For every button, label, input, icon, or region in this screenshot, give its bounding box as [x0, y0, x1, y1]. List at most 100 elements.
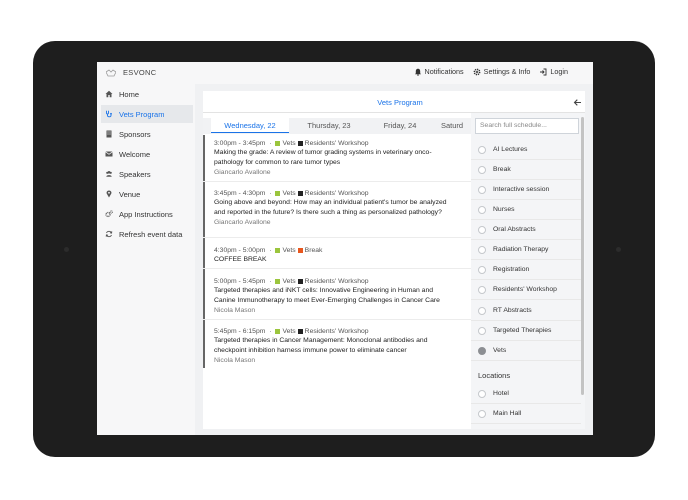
login-label: Login: [550, 67, 568, 76]
session-time: 3:45pm - 4:30pm: [214, 189, 266, 197]
sidebar-item-welcome[interactable]: Welcome: [101, 145, 193, 163]
settings-info-link[interactable]: Settings & Info: [473, 67, 530, 76]
filter-radio[interactable]: [478, 225, 486, 234]
sidebar-item-label: Refresh event data: [119, 229, 183, 239]
sidebar-item-refresh[interactable]: Refresh event data: [101, 225, 193, 243]
filter-label: Registration: [493, 266, 530, 273]
tab-thursday[interactable]: Thursday, 23: [291, 118, 367, 133]
tablet-camera-right: [616, 247, 621, 252]
session-title-line: checkpoint inhibition harness immune pow…: [214, 347, 407, 354]
search-input[interactable]: Search full schedule...: [475, 118, 579, 134]
session-speaker: Giancarlo Avallone: [214, 219, 271, 226]
sidebar-item-label: Home: [119, 89, 140, 99]
filter-radio[interactable]: [478, 389, 486, 398]
filter-radio[interactable]: [478, 409, 486, 418]
session-track: Vets: [282, 327, 296, 335]
sidebar-item-sponsors[interactable]: Sponsors: [101, 125, 193, 143]
filter-panel: Search full schedule... AI Lectures Brea…: [471, 113, 585, 429]
sidebar-item-label: Venue: [119, 189, 141, 199]
session-item[interactable]: 3:45pm - 4:30pm · Vets Residents' Worksh…: [203, 188, 471, 238]
tab-saturday[interactable]: Saturd: [441, 118, 471, 133]
session-item[interactable]: 5:45pm - 6:15pm · Vets Residents' Worksh…: [203, 320, 471, 368]
app-screen: ESVONC Notifications Settings & Info Log…: [97, 62, 593, 435]
filter-label: Main Hall: [493, 410, 522, 417]
session-meta: 3:45pm - 4:30pm · Vets Residents' Worksh…: [214, 189, 369, 197]
session-time: 3:00pm - 3:45pm: [214, 139, 266, 147]
filter-track-item[interactable]: Radiation Therapy: [471, 240, 581, 260]
sidebar-item-app-instructions[interactable]: App Instructions: [101, 205, 193, 223]
back-arrow-icon[interactable]: [573, 98, 582, 107]
filter-track-item[interactable]: Residents' Workshop: [471, 280, 581, 300]
cogs-icon: [105, 210, 113, 218]
login-icon: [540, 68, 547, 75]
filter-track-item[interactable]: RT Abstracts: [471, 301, 581, 321]
filter-location-item[interactable]: Hotel: [471, 384, 581, 404]
filter-radio[interactable]: [478, 285, 486, 294]
track-color-dot: [275, 247, 281, 253]
session-item[interactable]: 5:00pm - 5:45pm · Vets Residents' Worksh…: [203, 270, 471, 320]
session-category: Residents' Workshop: [304, 189, 369, 197]
category-color-dot: [297, 328, 303, 334]
filter-radio[interactable]: [478, 326, 486, 335]
filter-label: Break: [493, 166, 511, 173]
filter-radio[interactable]: [478, 185, 486, 194]
tab-friday[interactable]: Friday, 24: [367, 118, 433, 133]
session-title-line: COFFEE BREAK: [214, 256, 267, 263]
filter-track-item[interactable]: AI Lectures: [471, 140, 581, 160]
session-meta: 5:45pm - 6:15pm · Vets Residents' Worksh…: [214, 327, 369, 335]
filter-label: Hotel: [493, 390, 509, 397]
tablet-camera-left: [64, 247, 69, 252]
filter-track-item[interactable]: Oral Abstracts: [471, 220, 581, 240]
page-title: Vets Program: [377, 98, 423, 107]
login-link[interactable]: Login: [539, 67, 568, 76]
track-color-dot: [275, 190, 281, 196]
session-time: 5:45pm - 6:15pm: [214, 327, 266, 335]
track-color-dot: [275, 278, 281, 284]
tab-wednesday[interactable]: Wednesday, 22: [211, 118, 289, 133]
filter-track-item[interactable]: Targeted Therapies: [471, 321, 581, 341]
sidebar: Home Vets Program Sponsors Welcome Speak…: [97, 84, 195, 435]
locations-heading: Locations: [478, 371, 511, 380]
category-color-dot: [297, 247, 303, 253]
filter-radio[interactable]: [478, 205, 486, 214]
filter-label: Residents' Workshop: [493, 286, 557, 293]
session-item[interactable]: 3:00pm - 3:45pm · Vets Residents' Worksh…: [203, 138, 471, 182]
filter-radio[interactable]: [478, 165, 486, 174]
filter-track-item[interactable]: Nurses: [471, 200, 581, 220]
filter-track-item[interactable]: Registration: [471, 260, 581, 280]
notifications-link[interactable]: Notifications: [414, 67, 464, 76]
category-color-dot: [297, 140, 303, 146]
session-track: Vets: [282, 189, 296, 197]
session-title-line: Going above and beyond: How may an indiv…: [214, 199, 447, 206]
brand-name: ESVONC: [123, 68, 157, 77]
session-meta: 4:30pm - 5:00pm · Vets Break: [214, 246, 323, 254]
filter-track-item[interactable]: Vets: [471, 341, 581, 361]
session-category: Residents' Workshop: [304, 327, 369, 335]
filter-radio[interactable]: [478, 145, 486, 154]
sidebar-item-speakers[interactable]: Speakers: [101, 165, 193, 183]
filter-track-item[interactable]: Break: [471, 160, 581, 180]
sidebar-item-venue[interactable]: Venue: [101, 185, 193, 203]
filter-radio[interactable]: [478, 306, 486, 315]
map-pin-icon: [106, 190, 112, 198]
filter-radio[interactable]: [478, 245, 486, 254]
filter-location-item[interactable]: Main Hall: [471, 404, 581, 424]
sidebar-item-label: Welcome: [119, 149, 151, 159]
session-meta: 3:00pm - 3:45pm · Vets Residents' Worksh…: [214, 139, 369, 147]
filter-label: Radiation Therapy: [493, 246, 549, 253]
filter-label: Oral Abstracts: [493, 226, 536, 233]
session-title-line: pathology for common to rare tumor types: [214, 159, 341, 166]
track-color-dot: [275, 328, 281, 334]
stethoscope-icon: [106, 110, 112, 118]
session-item[interactable]: 4:30pm - 5:00pm · Vets Break COFFEE BREA…: [203, 239, 471, 269]
sidebar-item-vets-program[interactable]: Vets Program: [101, 105, 193, 123]
filter-scrollbar[interactable]: [581, 117, 584, 395]
filter-radio[interactable]: [478, 265, 486, 274]
filter-track-item[interactable]: Interactive session: [471, 180, 581, 200]
session-speaker: Giancarlo Avallone: [214, 169, 271, 176]
filter-radio[interactable]: [478, 346, 486, 355]
sidebar-item-home[interactable]: Home: [101, 85, 193, 103]
session-speaker: Nicola Mason: [214, 357, 256, 364]
notifications-label: Notifications: [424, 67, 464, 76]
session-category: Residents' Workshop: [304, 277, 369, 285]
